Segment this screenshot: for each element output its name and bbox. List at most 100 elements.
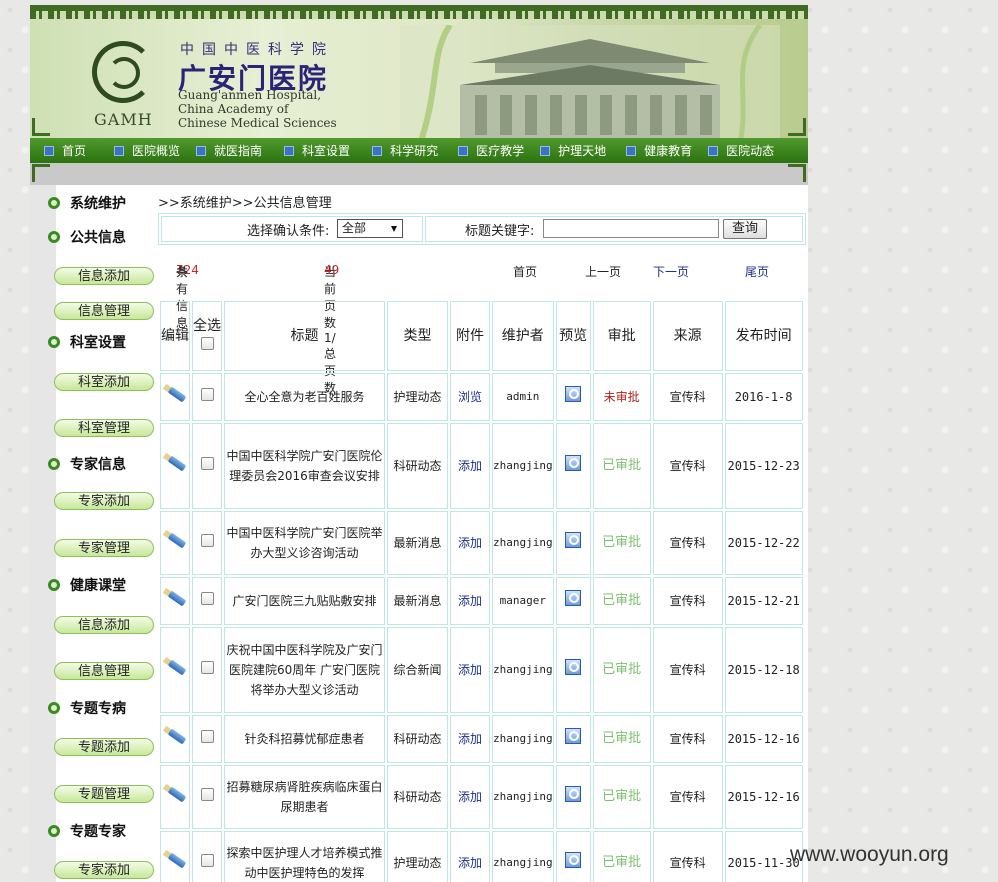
sidebar-button-expert-manage[interactable]: 专家管理 (54, 539, 154, 557)
row-checkbox[interactable] (200, 592, 214, 605)
keyword-input[interactable] (543, 219, 719, 238)
edit-pen-icon[interactable] (164, 727, 186, 745)
attach-link[interactable]: 添加 (450, 627, 490, 713)
sidebar-button-expert-add[interactable]: 专家添加 (54, 492, 154, 510)
review-status[interactable]: 已审批 (592, 423, 651, 509)
sidebar-button-topic-add[interactable]: 专题添加 (54, 738, 154, 756)
corner-ornament-icon (788, 118, 806, 136)
row-checkbox[interactable] (200, 661, 214, 674)
preview-icon[interactable] (565, 590, 582, 606)
type-cell: 综合新闻 (387, 627, 448, 713)
nav-item-overview[interactable]: 医院概览 (114, 142, 180, 159)
preview-icon[interactable] (565, 659, 582, 675)
sidebar-section-title: 科室设置 (70, 332, 126, 352)
section-bullet-icon (48, 825, 60, 837)
attach-link[interactable]: 添加 (450, 831, 490, 882)
sidebar-section-topic-experts[interactable]: 专题专家 (48, 821, 126, 841)
preview-icon[interactable] (565, 852, 582, 868)
edit-pen-icon[interactable] (164, 785, 186, 803)
attach-link[interactable]: 添加 (450, 511, 490, 575)
sidebar-button-info-add[interactable]: 信息添加 (54, 267, 154, 285)
preview-icon[interactable] (565, 386, 582, 402)
select-all-checkbox[interactable] (200, 337, 214, 350)
nav-item-health-edu[interactable]: 健康教育 (626, 142, 692, 159)
source-cell: 宣传科 (652, 715, 723, 763)
sidebar-section-public-info[interactable]: 公共信息 (48, 227, 126, 247)
type-cell: 护理动态 (387, 373, 448, 421)
review-status[interactable]: 已审批 (592, 627, 651, 713)
condition-select[interactable]: 全部 (337, 219, 403, 238)
attach-link[interactable]: 添加 (450, 715, 490, 763)
sidebar-section-title: 专题专病 (70, 698, 126, 718)
edit-pen-icon[interactable] (164, 851, 186, 869)
type-cell: 科研动态 (387, 423, 448, 509)
review-status[interactable]: 已审批 (592, 715, 651, 763)
table-row: 广安门医院三九贴贴敷安排 最新消息 添加 manager 已审批 宣传科 201… (160, 577, 803, 625)
row-checkbox[interactable] (200, 457, 214, 470)
nav-item-home[interactable]: 首页 (44, 142, 86, 159)
sidebar-section-system[interactable]: 系统维护 (48, 193, 126, 213)
attach-link[interactable]: 添加 (450, 765, 490, 829)
first-page-link[interactable]: 首页 (513, 263, 537, 280)
review-status[interactable]: 未审批 (592, 373, 651, 421)
edit-pen-icon[interactable] (164, 658, 186, 676)
preview-icon[interactable] (565, 532, 582, 548)
review-status[interactable]: 已审批 (592, 765, 651, 829)
sidebar-button-class-add[interactable]: 信息添加 (54, 616, 154, 634)
sidebar-button-dept-manage[interactable]: 科室管理 (54, 419, 154, 437)
nav-item-guide[interactable]: 就医指南 (196, 142, 262, 159)
sidebar-section-experts[interactable]: 专家信息 (48, 454, 126, 474)
sidebar-button-class-manage[interactable]: 信息管理 (54, 662, 154, 680)
sidebar-section-title: 公共信息 (70, 227, 126, 247)
preview-icon[interactable] (565, 728, 582, 744)
sidebar-button-topic-manage[interactable]: 专题管理 (54, 785, 154, 803)
row-checkbox[interactable] (200, 854, 214, 867)
attach-link[interactable]: 添加 (450, 577, 490, 625)
edit-pen-icon[interactable] (164, 531, 186, 549)
nav-item-departments[interactable]: 科室设置 (284, 142, 350, 159)
date-cell: 2015-12-21 (724, 577, 803, 625)
review-status[interactable]: 已审批 (592, 831, 651, 882)
title-cell[interactable]: 广安门医院三九贴贴敷安排 (224, 577, 385, 625)
sidebar-section-departments[interactable]: 科室设置 (48, 332, 126, 352)
title-cell[interactable]: 全心全意为老百姓服务 (224, 373, 385, 421)
attach-link[interactable]: 浏览 (450, 373, 490, 421)
query-button[interactable]: 查询 (723, 219, 767, 239)
review-status[interactable]: 已审批 (592, 577, 651, 625)
sidebar-button-dept-add[interactable]: 科室添加 (54, 373, 154, 391)
preview-cell (555, 511, 591, 575)
review-status[interactable]: 已审批 (592, 511, 651, 575)
edit-cell (160, 373, 190, 421)
attach-link[interactable]: 添加 (450, 423, 490, 509)
title-cell[interactable]: 庆祝中国中医科学院及广安门医院建院60周年 广安门医院将举办大型义诊活动 (224, 627, 385, 713)
preview-icon[interactable] (565, 786, 582, 802)
nav-item-news[interactable]: 医院动态 (708, 142, 774, 159)
filter-bar: 选择确认条件: 全部 标题关键字: 查询 (158, 213, 806, 245)
nav-item-education[interactable]: 医疗教学 (458, 142, 524, 159)
row-checkbox[interactable] (200, 730, 214, 743)
sidebar-section-health-class[interactable]: 健康课堂 (48, 575, 126, 595)
prev-page-link[interactable]: 上一页 (585, 263, 621, 280)
sidebar-button-info-manage[interactable]: 信息管理 (54, 302, 154, 320)
english-line: Guang'anmen Hospital, (178, 88, 322, 102)
title-cell[interactable]: 探索中医护理人才培养模式推动中医护理特色的发挥 (224, 831, 385, 882)
nav-item-nursing[interactable]: 护理天地 (540, 142, 606, 159)
next-page-link[interactable]: 下一页 (653, 263, 689, 280)
last-page-link[interactable]: 尾页 (745, 263, 769, 280)
nav-label: 就医指南 (214, 144, 263, 158)
nav-item-research[interactable]: 科学研究 (372, 142, 438, 159)
title-cell[interactable]: 针灸科招募忧郁症患者 (224, 715, 385, 763)
nav-label: 医疗教学 (476, 144, 525, 158)
sidebar-button-topic-expert-add[interactable]: 专家添加 (54, 861, 154, 879)
title-cell[interactable]: 中国中医科学院广安门医院举办大型义诊咨询活动 (224, 511, 385, 575)
sidebar-section-topics[interactable]: 专题专病 (48, 698, 126, 718)
edit-pen-icon[interactable] (164, 589, 186, 607)
preview-icon[interactable] (565, 455, 582, 471)
title-cell[interactable]: 招募糖尿病肾脏疾病临床蛋白尿期患者 (224, 765, 385, 829)
row-checkbox[interactable] (200, 534, 214, 547)
row-checkbox[interactable] (200, 788, 214, 801)
edit-pen-icon[interactable] (164, 454, 186, 472)
edit-pen-icon[interactable] (164, 385, 186, 403)
row-checkbox[interactable] (200, 388, 214, 401)
title-cell[interactable]: 中国中医科学院广安门医院伦理委员会2016审查会议安排 (224, 423, 385, 509)
